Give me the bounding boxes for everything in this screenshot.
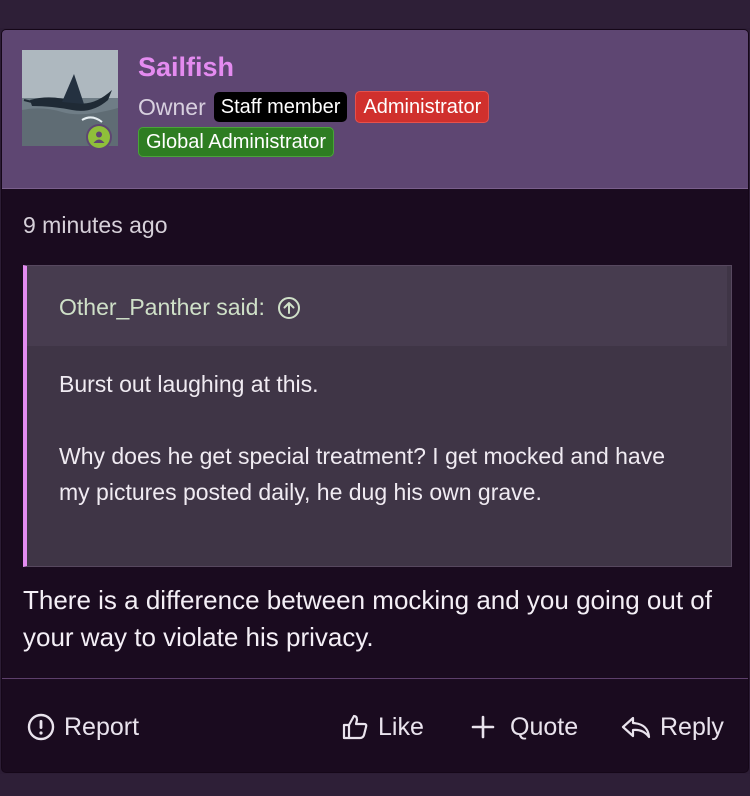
alert-circle-icon	[27, 713, 55, 741]
user-title: Owner	[138, 93, 206, 120]
arrow-up-circle-icon[interactable]	[277, 296, 301, 320]
post-body: There is a difference between mocking an…	[23, 585, 712, 652]
post-divider	[2, 678, 748, 679]
post-author-header: Sailfish Owner Staff member Administrato…	[2, 30, 748, 189]
user-icon	[93, 131, 105, 143]
global-admin-badge: Global Administrator	[138, 127, 335, 157]
post-timestamp[interactable]: 9 minutes ago	[23, 212, 167, 239]
quote-source-link[interactable]: Other_Panther said:	[59, 294, 301, 321]
post-actions: Report Like Quote Reply	[2, 682, 748, 772]
report-button[interactable]: Report	[26, 712, 139, 742]
page-top-strip	[0, 0, 750, 28]
plus-icon	[471, 715, 495, 739]
username[interactable]: Sailfish	[138, 52, 234, 83]
online-status-indicator	[86, 124, 112, 150]
like-button[interactable]: Like	[340, 712, 424, 742]
quote-button[interactable]: Quote	[468, 712, 578, 742]
forum-post: Sailfish Owner Staff member Administrato…	[2, 30, 748, 772]
page-bottom-strip	[0, 774, 750, 796]
quote-label: Quote	[510, 712, 579, 741]
user-roles-second-row: Global Administrator	[138, 127, 342, 157]
thumbs-up-icon	[342, 714, 368, 740]
like-label: Like	[378, 712, 424, 741]
staff-badge: Staff member	[213, 92, 348, 122]
reply-button[interactable]: Reply	[620, 712, 724, 742]
user-roles: Owner Staff member Administrator	[138, 91, 497, 123]
quote-block: Other_Panther said: Burst out laughing a…	[23, 265, 732, 567]
quote-content: Burst out laughing at this. Why does he …	[59, 366, 699, 546]
reply-arrow-icon	[621, 716, 651, 739]
quote-paragraph: Burst out laughing at this.	[59, 371, 319, 397]
reply-label: Reply	[660, 712, 724, 741]
admin-badge: Administrator	[355, 91, 490, 123]
quote-paragraph: Why does he get special treatment? I get…	[59, 443, 666, 505]
quote-header: Other_Panther said:	[27, 266, 727, 346]
quote-author: Other_Panther said:	[59, 294, 265, 320]
report-label: Report	[64, 712, 140, 741]
